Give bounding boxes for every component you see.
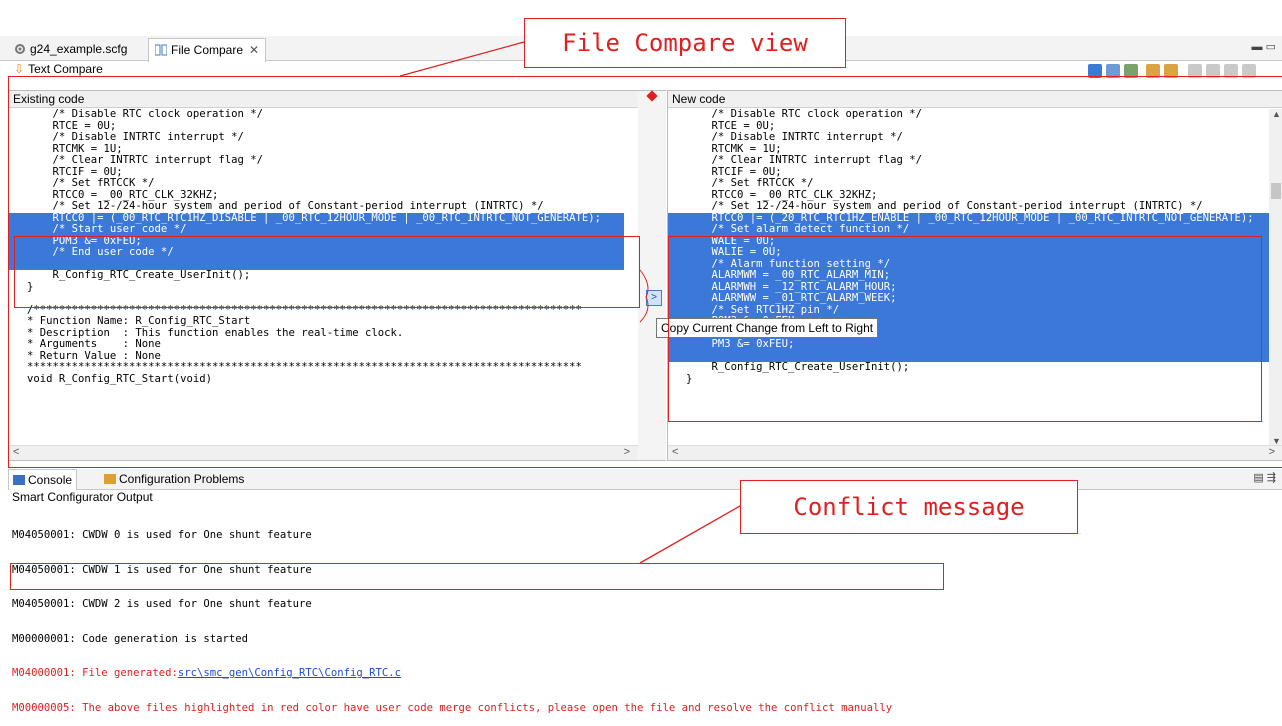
changed-code-line: ALARMWM = _00_RTC_ALARM_MIN; [668,269,1269,282]
changed-code-line: /* Start user code */ [9,223,624,236]
console-line: M04050001: CWDW 1 is used for One shunt … [12,563,312,576]
existing-code-pane[interactable]: Existing code /* Disable RTC clock opera… [8,90,639,461]
code-line: } [27,280,34,293]
tab-console[interactable]: Console [8,469,78,490]
code-line: * Function Name: R_Config_RTC_Start [27,315,251,327]
code-line: /* Disable RTC clock operation */ [27,108,264,120]
conflict-message-annotation: Conflict message [740,480,1078,534]
code-line: /* Clear INTRTC interrupt flag */ [686,154,923,166]
next-change-icon[interactable] [1224,64,1238,78]
scroll-right-icon[interactable]: > [1269,446,1275,458]
changed-code-line: /* End user code */ [9,246,624,259]
console-line: M00000001: Code generation is started [12,632,248,645]
left-horizontal-scrollbar[interactable]: < > [9,445,638,460]
code-line: } [686,372,693,385]
changed-code-line: ALARMWW = _01_RTC_ALARM_WEEK; [668,292,1269,305]
scroll-up-icon[interactable]: ▲ [1272,109,1281,119]
close-icon[interactable]: ✕ [249,43,259,57]
changed-code-line: PM3 &= 0xFEU; [668,338,1269,351]
console-tab-bar: Console Configuration Problems [8,469,1282,490]
compare-arrow-icon: ⇩ [14,62,25,76]
existing-code-header: Existing code [9,91,638,108]
new-code-editor[interactable]: /* Disable RTC clock operation */ RTCE =… [668,108,1269,385]
text-compare-label: ⇩ Text Compare [14,62,103,76]
console-error-line: M04000001: File generated:src\smc_gen\Co… [12,667,402,680]
console-line: M04050001: CWDW 2 is used for One shunt … [12,598,312,611]
code-line: /* Set 12-/24-hour system and period of … [686,200,1203,212]
scroll-left-icon[interactable]: < [13,446,19,458]
copy-change-right-icon[interactable] [1164,64,1178,78]
code-line: /* Disable INTRTC interrupt */ [27,131,244,143]
changed-code-line: /* Set alarm detect function */ [668,223,1269,236]
compare-toolbar [1088,64,1282,80]
generated-file-link[interactable]: src\smc_gen\Config_RTC\Config_RTC.c [178,667,401,680]
window-controls[interactable]: ▬ ▭ [1252,40,1276,53]
code-line: R_Config_RTC_Create_UserInit(); [686,361,910,373]
code-line: ****************************************… [27,361,582,373]
scroll-right-icon[interactable]: > [624,446,630,458]
code-line: /* Set fRTCCK */ [27,177,155,189]
tab-file-compare[interactable]: File Compare ✕ [148,38,267,62]
console-error-line: M00000005: The above files highlighted i… [12,701,893,714]
changed-code-line: WALIE = 0U; [668,246,1269,259]
gear-icon [15,44,25,54]
code-line: /* Disable RTC clock operation */ [686,108,923,120]
code-line: R_Config_RTC_Create_UserInit(); [27,269,251,281]
copy-all-left-to-right-icon[interactable] [1088,64,1102,78]
copy-all-right-to-left-icon[interactable] [1106,64,1120,78]
right-horizontal-scrollbar[interactable]: < > [668,445,1282,460]
previous-change-icon[interactable] [1242,64,1256,78]
compare-gutter [638,90,666,461]
tab-label: File Compare [171,43,244,57]
file-compare-view-annotation: File Compare view [524,18,846,68]
scrollbar-thumb[interactable] [1271,183,1281,199]
right-vertical-scrollbar[interactable]: ▲ ▼ [1269,109,1282,446]
problems-icon [104,474,116,484]
copy-change-left-icon[interactable] [1146,64,1160,78]
code-line: /* Set fRTCCK */ [686,177,814,189]
new-code-header: New code [668,91,1282,108]
code-line: /* Disable INTRTC interrupt */ [686,131,903,143]
code-line: /* Clear INTRTC interrupt flag */ [27,154,264,166]
existing-code-editor[interactable]: /* Disable RTC clock operation */ RTCE =… [9,108,624,385]
copy-change-tooltip: Copy Current Change from Left to Right [656,318,879,338]
code-line: void R_Config_RTC_Start(void) [27,372,212,385]
tab-configuration-problems[interactable]: Configuration Problems [100,469,248,489]
copy-change-left-to-right-button[interactable]: > [646,290,662,306]
ignore-whitespace-icon[interactable] [1124,64,1138,78]
console-icon [13,475,25,485]
tab-scfg-file[interactable]: g24_example.scfg [8,38,133,60]
scroll-left-icon[interactable]: < [672,446,678,458]
new-code-pane[interactable]: New code /* Disable RTC clock operation … [667,90,1282,461]
code-line: /* Set 12-/24-hour system and period of … [27,200,544,212]
console-toolbar[interactable]: ▤ ⇶ [1253,471,1276,484]
console-output-title: Smart Configurator Output [12,490,153,504]
compare-icon [155,44,167,56]
next-difference-icon[interactable] [1188,64,1202,78]
console-output: M04050001: CWDW 0 is used for One shunt … [12,507,892,726]
previous-difference-icon[interactable] [1206,64,1220,78]
code-line: * Arguments : None [27,338,161,350]
tab-label: g24_example.scfg [30,42,128,56]
